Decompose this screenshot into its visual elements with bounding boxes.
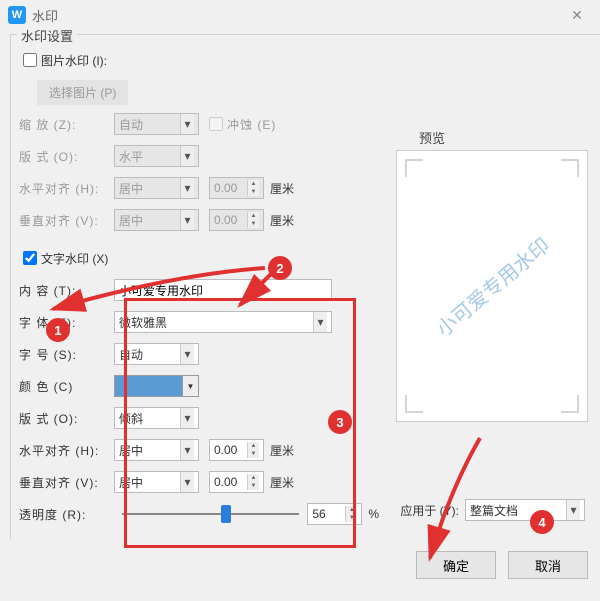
chevron-down-icon: ▾ (180, 472, 194, 492)
image-halign-num[interactable]: 0.00▲▼ (209, 177, 264, 199)
size-combo[interactable]: 自动▾ (114, 343, 199, 365)
chevron-down-icon: ▾ (180, 210, 194, 230)
select-picture-button[interactable]: 选择图片 (P) (37, 80, 128, 105)
image-layout-combo[interactable]: 水平▾ (114, 145, 199, 167)
color-swatch (115, 376, 182, 396)
opacity-slider[interactable] (122, 513, 299, 515)
content-input[interactable] (114, 279, 332, 301)
preview-watermark-text: 小可爱专用水印 (429, 230, 555, 342)
chevron-down-icon: ▾ (180, 408, 194, 428)
image-watermark-checkbox[interactable] (23, 53, 37, 67)
chevron-down-icon: ▾ (566, 500, 580, 520)
washout-label: 冲蚀 (E) (227, 116, 276, 133)
opacity-label: 透明度 (R): (19, 506, 114, 523)
crop-corner-icon (561, 395, 579, 413)
unit-cm: 厘米 (270, 474, 294, 491)
chevron-down-icon: ▾ (180, 114, 194, 134)
close-icon[interactable]: ✕ (562, 5, 592, 25)
image-halign-label: 水平对齐 (H): (19, 180, 114, 197)
window-title: 水印 (32, 6, 556, 25)
chevron-down-icon: ▼ (182, 376, 198, 396)
text-halign-num[interactable]: 0.00▲▼ (209, 439, 264, 461)
apply-to-label: 应用于 (Y): (400, 502, 459, 519)
text-valign-label: 垂直对齐 (V): (19, 474, 114, 491)
content-label: 内 容 (T): (19, 282, 114, 299)
text-valign-num[interactable]: 0.00▲▼ (209, 471, 264, 493)
image-valign-combo[interactable]: 居中▾ (114, 209, 199, 231)
text-watermark-checkbox[interactable] (23, 251, 37, 265)
unit-percent: % (368, 507, 379, 521)
slider-thumb[interactable] (221, 505, 231, 523)
preview-box: 小可爱专用水印 (396, 150, 588, 422)
chevron-down-icon: ▾ (313, 312, 327, 332)
scale-combo[interactable]: 自动▾ (114, 113, 199, 135)
titlebar: W 水印 ✕ (0, 0, 600, 30)
chevron-down-icon: ▾ (180, 440, 194, 460)
crop-corner-icon (405, 159, 423, 177)
size-label: 字 号 (S): (19, 346, 114, 363)
image-layout-label: 版 式 (O): (19, 148, 114, 165)
color-picker[interactable]: ▼ (114, 375, 199, 397)
chevron-down-icon: ▾ (180, 344, 194, 364)
group-legend: 水印设置 (17, 26, 77, 45)
dialog-buttons: 确定 取消 (416, 551, 588, 579)
unit-cm: 厘米 (270, 180, 294, 197)
washout-checkbox[interactable] (209, 117, 223, 131)
app-icon: W (8, 6, 26, 24)
unit-cm: 厘米 (270, 212, 294, 229)
text-valign-combo[interactable]: 居中▾ (114, 471, 199, 493)
ok-button[interactable]: 确定 (416, 551, 496, 579)
font-label: 字 体 (F): (19, 314, 114, 331)
crop-corner-icon (405, 395, 423, 413)
chevron-down-icon: ▾ (180, 146, 194, 166)
crop-corner-icon (561, 159, 579, 177)
text-halign-label: 水平对齐 (H): (19, 442, 114, 459)
text-layout-combo[interactable]: 倾斜▾ (114, 407, 199, 429)
image-watermark-label: 图片水印 (I): (41, 52, 107, 69)
color-label: 颜 色 (C) (19, 378, 114, 395)
image-halign-combo[interactable]: 居中▾ (114, 177, 199, 199)
font-combo[interactable]: 微软雅黑▾ (114, 311, 332, 333)
apply-to-combo[interactable]: 整篇文档▾ (465, 499, 585, 521)
text-halign-combo[interactable]: 居中▾ (114, 439, 199, 461)
image-valign-label: 垂直对齐 (V): (19, 212, 114, 229)
image-valign-num[interactable]: 0.00▲▼ (209, 209, 264, 231)
chevron-down-icon: ▾ (180, 178, 194, 198)
preview-label: 预览 (419, 128, 445, 147)
apply-to-row: 应用于 (Y): 整篇文档▾ (400, 499, 585, 521)
opacity-num[interactable]: 56▲▼ (307, 503, 362, 525)
text-layout-label: 版 式 (O): (19, 410, 114, 427)
unit-cm: 厘米 (270, 442, 294, 459)
scale-label: 缩 放 (Z): (19, 116, 114, 133)
cancel-button[interactable]: 取消 (508, 551, 588, 579)
text-watermark-label: 文字水印 (X) (41, 250, 108, 267)
